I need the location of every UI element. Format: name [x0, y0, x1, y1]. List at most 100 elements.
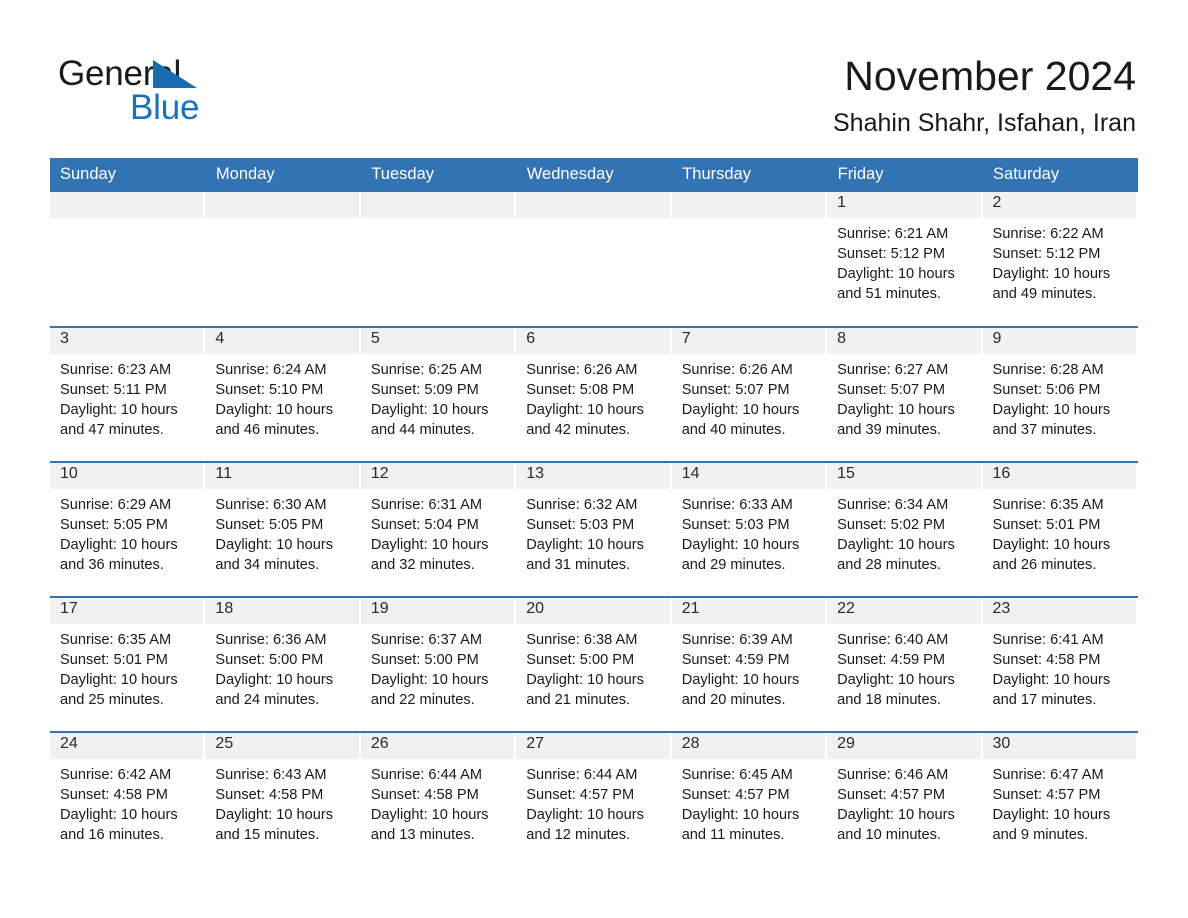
day-cell[interactable]: 5 Sunrise: 6:25 AM Sunset: 5:09 PM Daylig…: [360, 326, 517, 462]
day-cell[interactable]: 18 Sunrise: 6:36 AM Sunset: 5:00 PM Dayli…: [205, 596, 361, 732]
day-number: [671, 192, 826, 218]
page-header: General Blue November 2024 Shahin Shahr,…: [0, 0, 1188, 137]
day-cell[interactable]: [50, 192, 205, 327]
day-number: 29: [827, 733, 981, 759]
day-details: Sunrise: 6:24 AM Sunset: 5:10 PM Dayligh…: [215, 362, 334, 438]
day-cell[interactable]: 12 Sunrise: 6:31 AM Sunset: 5:04 PM Dayli…: [360, 461, 517, 597]
calendar-week-row: 1 Sunrise: 6:21 AM Sunset: 5:12 PM Daylig…: [50, 192, 1138, 327]
day-cell[interactable]: 6 Sunrise: 6:26 AM Sunset: 5:08 PM Daylig…: [516, 326, 672, 462]
day-number: 18: [205, 598, 359, 624]
day-number: 24: [50, 733, 204, 759]
day-number: 17: [50, 598, 204, 624]
weekday-header-row: Sunday Monday Tuesday Wednesday Thursday…: [50, 158, 1139, 192]
day-cell[interactable]: 24 Sunrise: 6:42 AM Sunset: 4:58 PM Dayli…: [50, 731, 206, 867]
day-number: 27: [516, 733, 670, 759]
day-cell[interactable]: 21 Sunrise: 6:39 AM Sunset: 4:59 PM Dayli…: [671, 596, 828, 732]
day-details: Sunrise: 6:39 AM Sunset: 4:59 PM Dayligh…: [681, 632, 800, 708]
day-cell[interactable]: 10 Sunrise: 6:29 AM Sunset: 5:05 PM Dayli…: [50, 461, 206, 597]
day-number: 19: [360, 598, 515, 624]
day-cell[interactable]: 17 Sunrise: 6:35 AM Sunset: 5:01 PM Dayli…: [50, 596, 206, 732]
day-number: 4: [205, 328, 359, 354]
calendar-table: Sunday Monday Tuesday Wednesday Thursday…: [50, 158, 1139, 867]
day-number: 9: [982, 328, 1136, 354]
day-number: 7: [671, 328, 826, 354]
day-number: 30: [982, 733, 1136, 759]
day-number: [360, 192, 515, 218]
day-cell[interactable]: 13 Sunrise: 6:32 AM Sunset: 5:03 PM Dayli…: [516, 461, 672, 597]
day-details: [205, 218, 360, 224]
day-cell[interactable]: 8 Sunrise: 6:27 AM Sunset: 5:07 PM Daylig…: [827, 326, 983, 462]
day-cell[interactable]: 29 Sunrise: 6:46 AM Sunset: 4:57 PM Dayli…: [827, 731, 983, 867]
day-cell[interactable]: 14 Sunrise: 6:33 AM Sunset: 5:03 PM Dayli…: [671, 461, 828, 597]
day-details: Sunrise: 6:38 AM Sunset: 5:00 PM Dayligh…: [526, 632, 644, 708]
day-number: 10: [50, 463, 204, 489]
day-details: Sunrise: 6:29 AM Sunset: 5:05 PM Dayligh…: [60, 497, 178, 573]
day-cell[interactable]: 15 Sunrise: 6:34 AM Sunset: 5:02 PM Dayli…: [827, 461, 983, 597]
weekday-header-wednesday: Wednesday: [516, 158, 673, 192]
day-details: [516, 218, 671, 224]
day-number: 6: [516, 328, 670, 354]
page-title: November 2024: [844, 53, 1136, 99]
day-details: [361, 218, 516, 224]
day-cell[interactable]: 3 Sunrise: 6:23 AM Sunset: 5:11 PM Daylig…: [50, 326, 206, 462]
day-details: Sunrise: 6:27 AM Sunset: 5:07 PM Dayligh…: [837, 362, 955, 438]
weekday-header-monday: Monday: [205, 158, 362, 192]
weekday-header-sunday: Sunday: [50, 158, 206, 192]
day-number: 11: [205, 463, 359, 489]
day-cell[interactable]: 28 Sunrise: 6:45 AM Sunset: 4:57 PM Dayli…: [671, 731, 828, 867]
day-details: Sunrise: 6:45 AM Sunset: 4:57 PM Dayligh…: [681, 767, 800, 843]
generalblue-logo[interactable]: General Blue: [58, 52, 258, 130]
day-number: 2: [982, 192, 1136, 218]
day-cell[interactable]: [671, 192, 827, 327]
day-number: 23: [982, 598, 1136, 624]
day-details: [672, 218, 827, 224]
day-details: Sunrise: 6:32 AM Sunset: 5:03 PM Dayligh…: [526, 497, 644, 573]
day-number: 1: [827, 192, 981, 218]
day-details: Sunrise: 6:25 AM Sunset: 5:09 PM Dayligh…: [370, 362, 489, 438]
weekday-header-saturday: Saturday: [982, 158, 1139, 192]
day-details: [50, 218, 205, 224]
day-details: Sunrise: 6:36 AM Sunset: 5:00 PM Dayligh…: [215, 632, 334, 708]
day-cell[interactable]: 25 Sunrise: 6:43 AM Sunset: 4:58 PM Dayli…: [205, 731, 361, 867]
day-cell[interactable]: 20 Sunrise: 6:38 AM Sunset: 5:00 PM Dayli…: [516, 596, 672, 732]
day-details: Sunrise: 6:28 AM Sunset: 5:06 PM Dayligh…: [992, 362, 1111, 438]
day-cell[interactable]: 22 Sunrise: 6:40 AM Sunset: 4:59 PM Dayli…: [827, 596, 983, 732]
day-details: Sunrise: 6:21 AM Sunset: 5:12 PM Dayligh…: [837, 226, 955, 302]
day-cell[interactable]: 27 Sunrise: 6:44 AM Sunset: 4:57 PM Dayli…: [516, 731, 672, 867]
day-cell[interactable]: 30 Sunrise: 6:47 AM Sunset: 4:57 PM Dayli…: [982, 731, 1138, 867]
day-cell[interactable]: 11 Sunrise: 6:30 AM Sunset: 5:05 PM Dayli…: [205, 461, 361, 597]
title-block: November 2024 Shahin Shahr, Isfahan, Ira…: [833, 52, 1136, 137]
triangle-icon: [153, 60, 197, 88]
day-cell[interactable]: 7 Sunrise: 6:26 AM Sunset: 5:07 PM Daylig…: [671, 326, 828, 462]
day-number: 28: [671, 733, 826, 759]
day-cell[interactable]: 1 Sunrise: 6:21 AM Sunset: 5:12 PM Daylig…: [827, 192, 982, 327]
day-details: Sunrise: 6:26 AM Sunset: 5:08 PM Dayligh…: [526, 362, 644, 438]
day-number: [50, 192, 204, 218]
calendar-body: 1 Sunrise: 6:21 AM Sunset: 5:12 PM Daylig…: [50, 192, 1138, 867]
day-details: Sunrise: 6:22 AM Sunset: 5:12 PM Dayligh…: [992, 226, 1111, 302]
day-number: 20: [516, 598, 670, 624]
day-cell[interactable]: 26 Sunrise: 6:44 AM Sunset: 4:58 PM Dayli…: [360, 731, 517, 867]
day-number: 3: [50, 328, 204, 354]
day-number: 26: [360, 733, 515, 759]
day-number: 15: [827, 463, 981, 489]
day-cell[interactable]: 23 Sunrise: 6:41 AM Sunset: 4:58 PM Dayli…: [982, 596, 1138, 732]
day-number: 25: [205, 733, 359, 759]
calendar-week-row: 3 Sunrise: 6:23 AM Sunset: 5:11 PM Daylig…: [50, 326, 1138, 462]
day-number: 21: [671, 598, 826, 624]
weekday-header-thursday: Thursday: [671, 158, 828, 192]
day-cell[interactable]: [360, 192, 516, 327]
day-cell[interactable]: 4 Sunrise: 6:24 AM Sunset: 5:10 PM Daylig…: [205, 326, 361, 462]
day-cell[interactable]: 2 Sunrise: 6:22 AM Sunset: 5:12 PM Daylig…: [982, 192, 1138, 327]
logo-text-blue: Blue: [130, 88, 200, 127]
day-cell[interactable]: [516, 192, 671, 327]
day-details: Sunrise: 6:43 AM Sunset: 4:58 PM Dayligh…: [215, 767, 334, 843]
day-cell[interactable]: [205, 192, 360, 327]
day-number: 8: [827, 328, 981, 354]
day-details: Sunrise: 6:40 AM Sunset: 4:59 PM Dayligh…: [837, 632, 955, 708]
day-number: 16: [982, 463, 1136, 489]
day-cell[interactable]: 9 Sunrise: 6:28 AM Sunset: 5:06 PM Daylig…: [982, 326, 1138, 462]
day-cell[interactable]: 16 Sunrise: 6:35 AM Sunset: 5:01 PM Dayli…: [982, 461, 1138, 597]
day-cell[interactable]: 19 Sunrise: 6:37 AM Sunset: 5:00 PM Dayli…: [360, 596, 517, 732]
day-number: 5: [360, 328, 515, 354]
